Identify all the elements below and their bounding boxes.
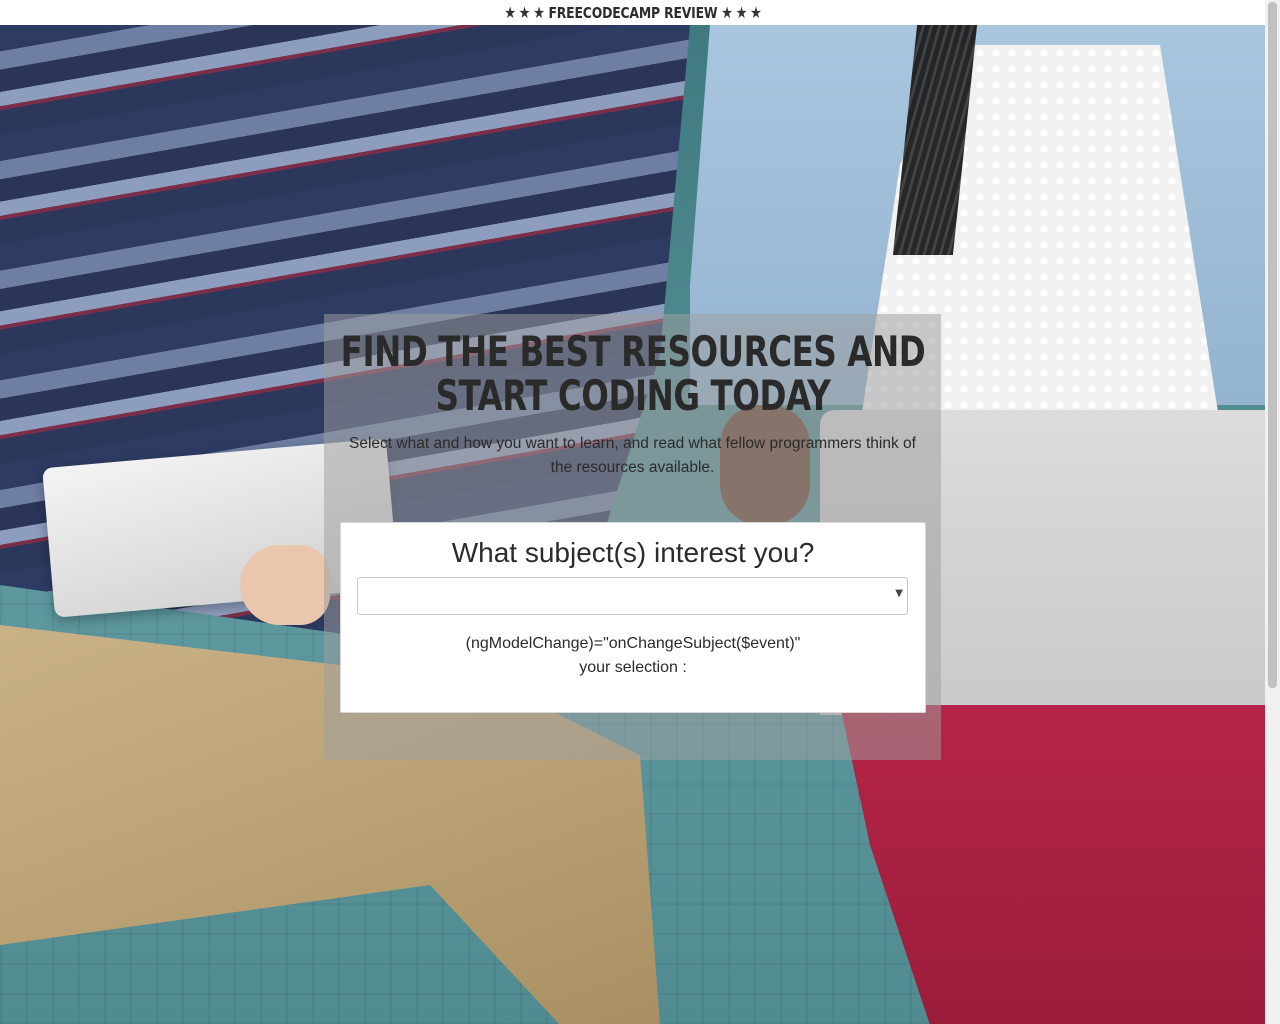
star-icon: ★ [735, 2, 747, 22]
hero-headline: FIND THE BEST RESOURCES AND START CODING… [340, 327, 926, 420]
hand [240, 545, 330, 625]
scrollbar-thumb[interactable] [1268, 2, 1277, 688]
star-icon: ★ [749, 2, 762, 22]
page-scrollbar[interactable] [1265, 0, 1280, 1024]
stars-left: ★ ★ ★ [503, 2, 545, 22]
selection-info: (ngModelChange)="onChangeSubject($event)… [341, 632, 925, 680]
chevron-down-icon: ▼ [895, 588, 903, 599]
selection-label: your selection : [579, 659, 687, 676]
star-icon: ★ [532, 2, 545, 22]
top-header: ★ ★ ★ FREECODECAMP REVIEW ★ ★ ★ [0, 0, 1265, 25]
hero-subtitle: Select what and how you want to learn, a… [349, 435, 916, 476]
stars-right: ★ ★ ★ [720, 2, 762, 22]
star-icon: ★ [720, 2, 733, 22]
binding-text: (ngModelChange)="onChangeSubject($event)… [465, 635, 801, 652]
brand: ★ ★ ★ FREECODECAMP REVIEW ★ ★ ★ [504, 4, 762, 22]
subject-card: What subject(s) interest you? ▼ (ngModel… [340, 522, 926, 713]
star-icon: ★ [503, 2, 516, 22]
brand-title: FREECODECAMP REVIEW [548, 3, 717, 22]
subject-question: What subject(s) interest you? [451, 537, 815, 568]
star-icon: ★ [518, 2, 530, 22]
hero-panel: FIND THE BEST RESOURCES AND START CODING… [324, 314, 941, 760]
subject-select[interactable]: ▼ [357, 577, 908, 615]
